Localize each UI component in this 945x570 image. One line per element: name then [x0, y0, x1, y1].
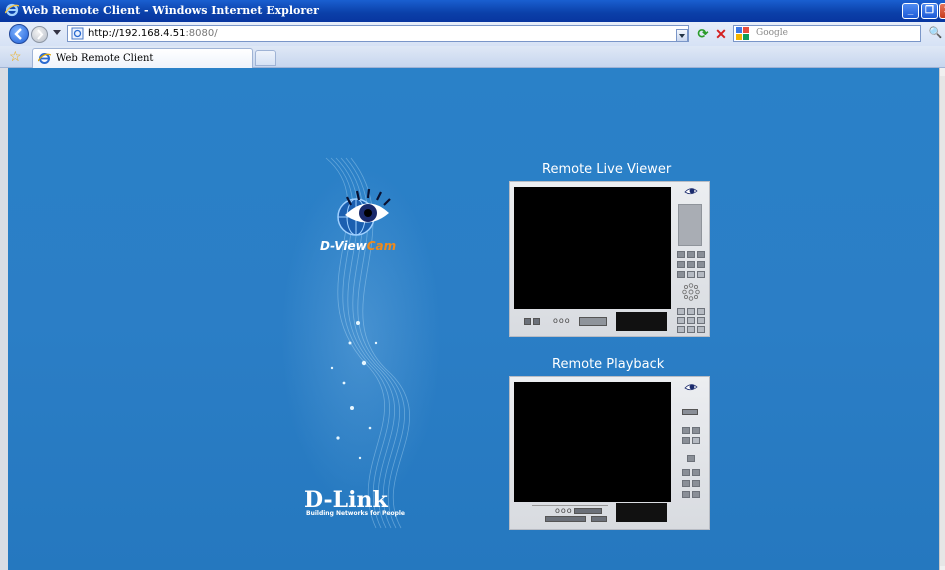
browser-content: D-ViewCam D-Link Building Networks for P…	[0, 68, 945, 570]
control-button-icon	[677, 326, 685, 333]
page-icon	[71, 27, 84, 40]
refresh-button[interactable]: ⟳	[695, 26, 711, 42]
control-button-icon	[687, 326, 695, 333]
tool-button-icon	[682, 480, 690, 487]
internet-explorer-icon	[5, 3, 19, 17]
tool-button-icon	[682, 491, 690, 498]
url-text: http://192.168.4.51:8080/	[88, 28, 218, 39]
brand-product-prefix: D-View	[320, 239, 367, 253]
url-host: http://192.168.4.51	[88, 28, 186, 39]
layout-button-icon	[697, 271, 705, 278]
tab-label: Web Remote Client	[56, 53, 154, 64]
internet-explorer-icon	[38, 53, 51, 64]
dlink-tagline: Building Networks for People	[306, 510, 405, 517]
layout-button-icon	[687, 271, 695, 278]
dviewcam-eye-logo	[337, 188, 391, 236]
scrollbar-thumb[interactable]	[940, 76, 945, 566]
layout-button-icon	[697, 261, 705, 268]
playback-extra-icon	[591, 516, 607, 522]
forward-arrow-icon	[37, 29, 44, 40]
layout-button-icon	[697, 251, 705, 258]
window-titlebar: Web Remote Client - Windows Internet Exp…	[0, 0, 945, 22]
ptz-dial-icon	[682, 283, 700, 301]
tool-button-icon	[687, 455, 695, 462]
toolbar-group-icon	[579, 317, 607, 326]
window-title: Web Remote Client - Windows Internet Exp…	[22, 4, 319, 17]
playback-preview[interactable]: ooo	[509, 376, 710, 530]
page-dots: ooo	[553, 316, 571, 325]
live-status-display	[616, 312, 667, 331]
layout-button-icon	[687, 251, 695, 258]
live-video-screen	[514, 187, 671, 309]
page-dots: ooo	[555, 506, 573, 515]
playback-status-display	[616, 503, 667, 522]
layout-button-icon	[687, 261, 695, 268]
control-button-icon	[687, 308, 695, 315]
layout-button-icon	[677, 251, 685, 258]
tool-button-icon	[682, 469, 690, 476]
back-arrow-icon	[14, 28, 22, 40]
control-button-icon	[697, 326, 705, 333]
playback-controls-icon	[545, 516, 586, 522]
layout-button-icon	[692, 427, 700, 434]
control-button-icon	[687, 317, 695, 324]
new-tab-button[interactable]	[255, 50, 276, 66]
tool-button-icon	[692, 480, 700, 487]
control-button-icon	[677, 317, 685, 324]
url-port-path: :8080/	[185, 28, 218, 39]
search-input[interactable]: Google	[733, 25, 921, 42]
url-dropdown-button[interactable]	[676, 29, 688, 42]
stop-button[interactable]: ✕	[713, 26, 729, 42]
back-button[interactable]	[9, 24, 29, 44]
maximize-button[interactable]: ❐	[921, 3, 938, 19]
close-button[interactable]: ✕	[939, 3, 945, 19]
vertical-scrollbar[interactable]	[939, 68, 945, 570]
history-dropdown-icon[interactable]	[53, 30, 61, 35]
record-icon	[533, 318, 540, 325]
live-viewer-preview[interactable]: ooo	[509, 181, 710, 337]
dviewcam-mini-logo-icon	[684, 188, 698, 195]
page-canvas: D-ViewCam D-Link Building Networks for P…	[8, 68, 939, 570]
search-placeholder: Google	[756, 28, 788, 38]
dviewcam-mini-logo-icon	[684, 384, 698, 391]
address-input[interactable]: http://192.168.4.51:8080/	[67, 25, 689, 42]
tab-web-remote-client[interactable]: Web Remote Client	[32, 48, 253, 68]
playback-mode-icon	[682, 409, 698, 415]
layout-button-icon	[677, 271, 685, 278]
playback-title[interactable]: Remote Playback	[552, 357, 664, 372]
search-icon[interactable]: 🔍	[926, 25, 945, 42]
tab-bar: ☆ Web Remote Client	[0, 46, 945, 68]
playback-speed-icon	[574, 508, 602, 514]
control-button-icon	[697, 317, 705, 324]
minimize-button[interactable]: _	[902, 3, 919, 19]
favorites-star-icon[interactable]: ☆	[9, 49, 22, 63]
tool-button-icon	[692, 469, 700, 476]
snapshot-icon	[524, 318, 531, 325]
forward-button[interactable]	[31, 26, 48, 43]
google-icon	[736, 27, 749, 40]
tool-button-icon	[692, 491, 700, 498]
control-button-icon	[677, 308, 685, 315]
playback-video-screen	[514, 382, 671, 502]
layout-button-icon	[692, 437, 700, 444]
control-button-icon	[697, 308, 705, 315]
live-viewer-title[interactable]: Remote Live Viewer	[542, 162, 671, 177]
layout-button-icon	[682, 427, 690, 434]
brand-product-suffix: Cam	[366, 239, 397, 253]
dviewcam-brand: D-ViewCam	[320, 239, 396, 253]
layout-button-icon	[677, 261, 685, 268]
layout-button-icon	[682, 437, 690, 444]
live-side-display	[678, 204, 702, 246]
